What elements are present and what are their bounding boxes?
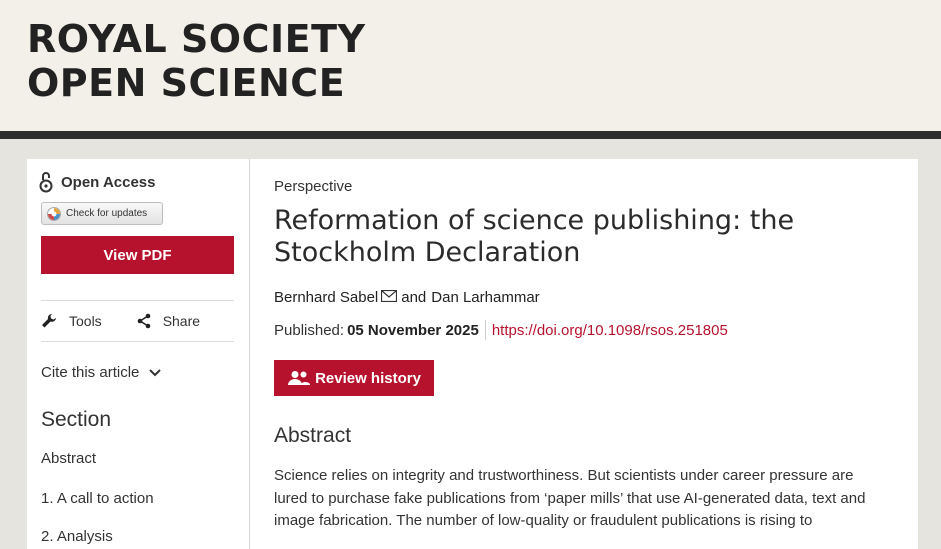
section-heading: Section (41, 408, 112, 431)
check-for-updates-label: Check for updates (66, 208, 148, 219)
tools-label: Tools (69, 313, 102, 329)
section-link-abstract[interactable]: Abstract (41, 450, 96, 467)
article-type: Perspective (274, 178, 353, 195)
sidebar-divider (41, 300, 234, 301)
masthead-border (0, 131, 941, 139)
article-card: Open Access Check for updates View PDF T… (27, 159, 918, 549)
review-history-label: Review history (315, 369, 421, 387)
author-link[interactable]: Dan Larhammar (431, 289, 539, 306)
divider (484, 320, 486, 340)
abstract-text: Science relies on integrity and trustwor… (274, 467, 866, 529)
journal-title[interactable]: ROYAL SOCIETY OPEN SCIENCE (27, 17, 366, 105)
tools-button[interactable]: Tools (41, 313, 102, 329)
view-pdf-button[interactable]: View PDF (41, 236, 234, 274)
author-list: Bernhard Sabel and Dan Larhammar (274, 289, 540, 306)
share-icon (137, 313, 150, 329)
crossmark-icon (47, 206, 61, 221)
share-button[interactable]: Share (137, 313, 200, 329)
section-link-analysis[interactable]: 2. Analysis (41, 528, 113, 545)
published-label: Published: (274, 321, 345, 339)
review-history-button[interactable]: Review history (274, 360, 434, 396)
open-access-label: Open Access (61, 173, 156, 191)
masthead: ROYAL SOCIETY OPEN SCIENCE (0, 0, 941, 131)
author-link[interactable]: Bernhard Sabel (274, 289, 378, 306)
doi-link[interactable]: https://doi.org/10.1098/rsos.251805 (492, 322, 728, 339)
section-link-call-to-action[interactable]: 1. A call to action (41, 490, 154, 507)
journal-title-line2: OPEN SCIENCE (27, 61, 346, 105)
tools-share-row: Tools Share (41, 313, 200, 329)
article-sidebar: Open Access Check for updates View PDF T… (27, 159, 250, 549)
journal-title-line1: ROYAL SOCIETY (27, 17, 366, 61)
sidebar-divider (41, 341, 234, 342)
cite-article-toggle[interactable]: Cite this article (41, 364, 162, 381)
cite-label: Cite this article (41, 364, 140, 381)
open-access-badge: Open Access (39, 171, 156, 193)
chevron-down-icon (149, 368, 162, 376)
article-title: Reformation of science publishing: the S… (274, 205, 795, 268)
publication-info: Published: 05 November 2025 https://doi.… (274, 320, 728, 340)
open-access-lock-icon (39, 172, 53, 193)
share-label: Share (162, 313, 201, 329)
author-conjunction: and (401, 289, 427, 306)
check-for-updates-button[interactable]: Check for updates (41, 202, 163, 225)
abstract-heading: Abstract (274, 424, 352, 447)
envelope-icon[interactable] (381, 289, 398, 306)
people-icon (288, 371, 311, 385)
wrench-icon (42, 313, 56, 328)
published-date: 05 November 2025 (347, 321, 479, 339)
